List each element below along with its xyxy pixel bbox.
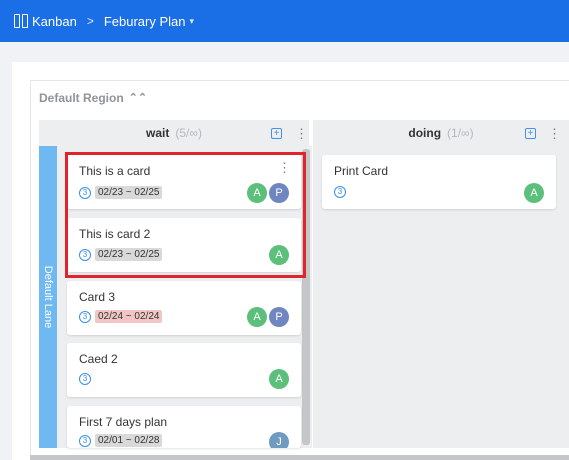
selection-highlight (65, 152, 306, 278)
priority-icon: 3 (79, 310, 91, 323)
top-bar: Kanban > Feburary Plan ▾ (0, 0, 569, 42)
add-card-icon[interactable]: + (525, 127, 536, 139)
priority-icon: 3 (79, 434, 91, 447)
avatar-group: A P (247, 307, 289, 327)
avatar-group: A (269, 369, 289, 389)
more-options-icon[interactable]: ⋮ (548, 127, 561, 140)
card-title: Caed 2 (79, 352, 118, 366)
lane-label: Default Lane (42, 265, 54, 329)
date-range: 02/01 ~ 02/28 (95, 434, 163, 447)
priority-icon: 3 (334, 186, 346, 198)
more-options-icon[interactable]: ⋮ (295, 127, 308, 140)
avatar[interactable]: J (269, 432, 289, 448)
column-wip-count: (5/∞) (175, 126, 202, 140)
card[interactable]: First 7 days plan 3 02/01 ~ 02/28 J (67, 406, 301, 448)
avatar[interactable]: A (524, 183, 544, 203)
card-meta: 3 02/01 ~ 02/28 (79, 434, 163, 447)
card-meta: 3 (334, 186, 346, 198)
date-range: 02/24 ~ 02/24 (95, 310, 163, 323)
avatar[interactable]: P (269, 307, 289, 327)
avatar[interactable]: A (269, 369, 289, 389)
app-name[interactable]: Kanban (32, 14, 77, 29)
card[interactable]: Print Card 3 A (322, 155, 556, 209)
priority-icon: 3 (79, 373, 91, 385)
add-card-icon[interactable]: + (271, 127, 282, 139)
column-header-doing: doing (1/∞) + ⋮ (313, 120, 569, 146)
column-header-wait: wait (5/∞) + ⋮ (39, 120, 309, 146)
card[interactable]: Caed 2 3 A (67, 343, 301, 397)
column-name: wait (146, 126, 170, 140)
region-header: Default Region ⌃⌃ (39, 91, 147, 105)
horizontal-scrollbar[interactable] (30, 455, 569, 460)
avatar[interactable]: A (247, 307, 267, 327)
chevron-down-icon[interactable]: ▾ (190, 16, 195, 27)
kanban-board-icon (14, 14, 28, 28)
double-chevron-up-icon[interactable]: ⌃⌃ (129, 92, 147, 104)
card[interactable]: Card 3 3 02/24 ~ 02/24 A P (67, 281, 301, 335)
avatar-group: J (269, 432, 289, 448)
avatar-group: A (524, 183, 544, 203)
card-title: Card 3 (79, 290, 116, 304)
region-title: Default Region (39, 91, 124, 105)
card-title: Print Card (334, 164, 389, 178)
card-title: First 7 days plan (79, 415, 168, 429)
plan-selector[interactable]: Feburary Plan (104, 14, 186, 29)
card-meta: 3 02/24 ~ 02/24 (79, 310, 163, 323)
column-name: doing (408, 126, 442, 140)
breadcrumb-separator: > (86, 14, 94, 28)
card-meta: 3 (79, 373, 91, 385)
column-wip-count: (1/∞) (447, 126, 474, 140)
